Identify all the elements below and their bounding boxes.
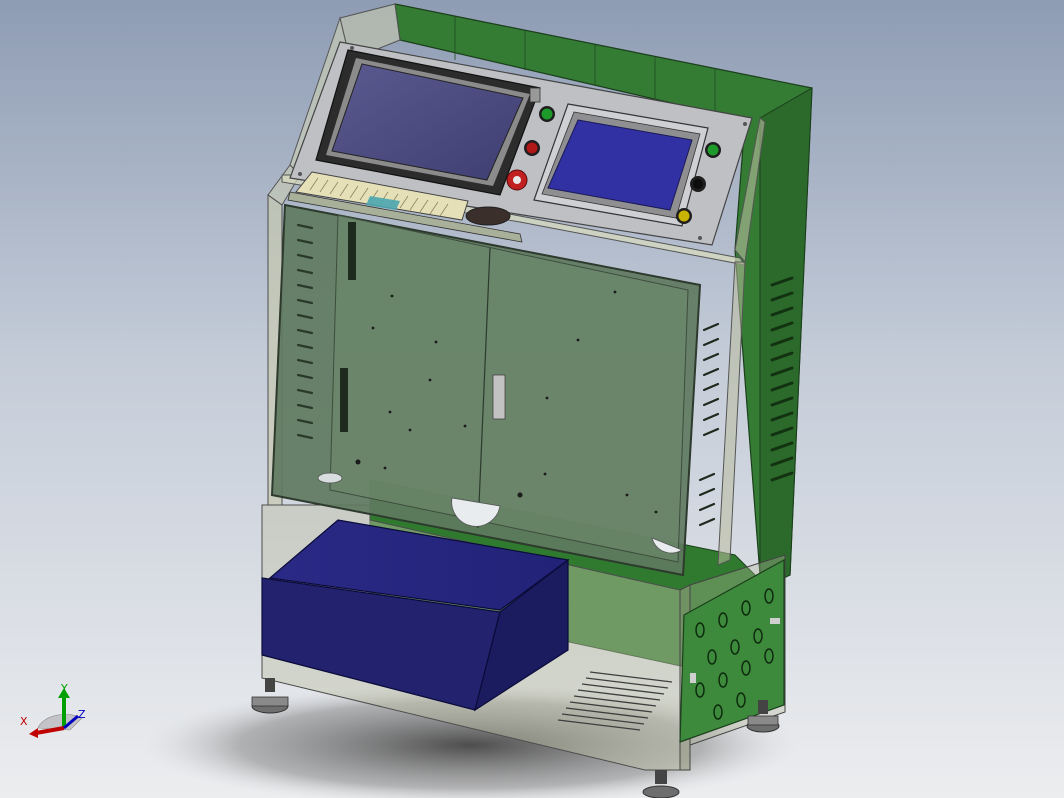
triad-x-axis bbox=[35, 726, 65, 735]
triad-z-label: Z bbox=[78, 708, 86, 721]
button-green-left[interactable] bbox=[539, 106, 555, 122]
button-yellow-right[interactable] bbox=[676, 208, 692, 224]
orientation-triad[interactable]: Y X Z bbox=[20, 682, 86, 738]
emergency-stop-button[interactable] bbox=[506, 169, 528, 191]
button-green-right[interactable] bbox=[705, 142, 721, 158]
button-red-left[interactable] bbox=[524, 140, 540, 156]
button-black-right[interactable] bbox=[690, 176, 706, 192]
cad-viewport[interactable]: Y X Z bbox=[0, 0, 1064, 798]
cabinet-model[interactable]: Y X Z bbox=[0, 0, 1064, 798]
triad-x-label: X bbox=[20, 715, 28, 728]
triad-y-label: Y bbox=[60, 682, 68, 695]
